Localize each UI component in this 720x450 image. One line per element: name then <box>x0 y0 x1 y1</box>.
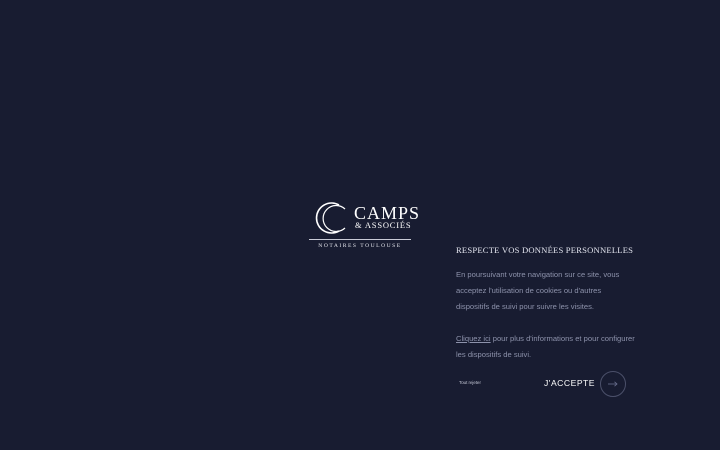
logo-subname: & ASSOCIÉS <box>355 220 412 230</box>
cookie-info-link[interactable]: Cliquez ici <box>456 334 491 343</box>
logo-tagline: NOTAIRES TOULOUSE <box>318 243 402 249</box>
cookie-more-info: Cliquez ici pour plus d'informations et … <box>456 331 636 363</box>
page: CAMPS & ASSOCIÉS NOTAIRES TOULOUSE RESPE… <box>0 0 720 450</box>
camps-associes-logo[interactable]: CAMPS & ASSOCIÉS NOTAIRES TOULOUSE <box>309 199 419 251</box>
cookie-title: RESPECTE VOS DONNÉES PERSONNELLES <box>456 245 634 255</box>
accept-button[interactable]: J'ACCEPTE <box>544 378 595 388</box>
reject-all-button[interactable]: Tout rejeter <box>459 380 481 385</box>
cookie-description: En poursuivant votre navigation sur ce s… <box>456 270 620 311</box>
logo-c-monogram-icon <box>315 202 346 234</box>
accept-arrow-button[interactable] <box>600 371 626 397</box>
cookie-consent-panel: RESPECTE VOS DONNÉES PERSONNELLES En pou… <box>456 244 636 363</box>
logo-divider <box>309 239 411 240</box>
arrow-right-icon <box>608 381 618 387</box>
